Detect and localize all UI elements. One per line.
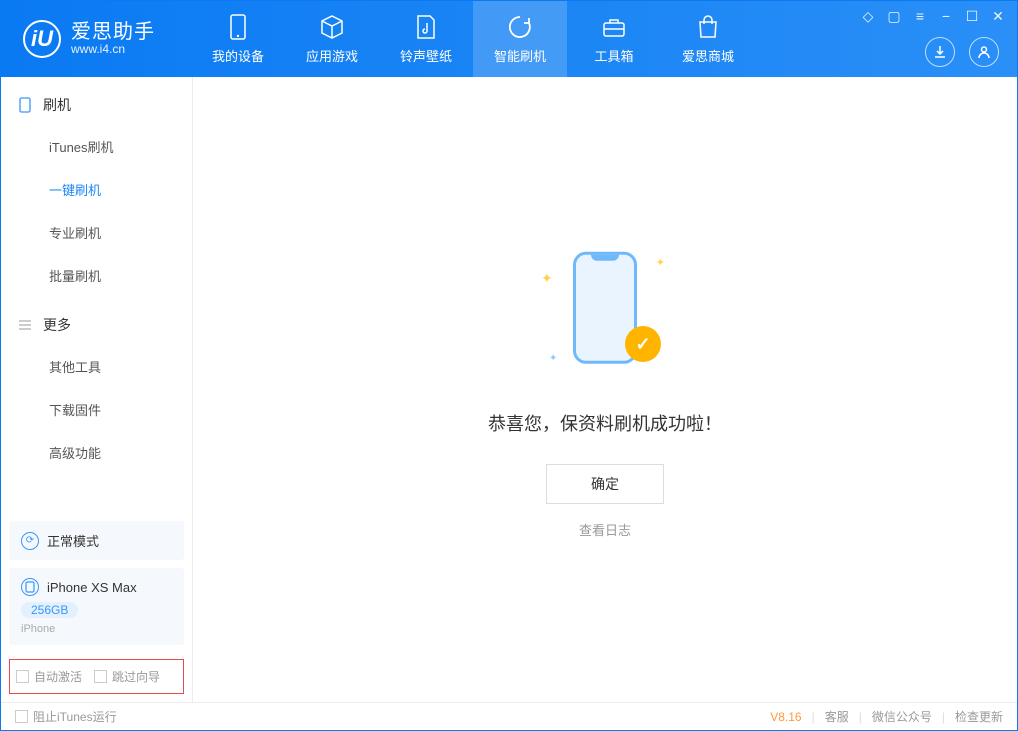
sidebar-item-batch-flash[interactable]: 批量刷机: [1, 254, 192, 297]
nav-store[interactable]: 爱思商城: [661, 1, 755, 77]
app-header: iU 爱思助手 www.i4.cn 我的设备 应用游戏 铃声壁纸 智能刷机 工具…: [1, 1, 1017, 77]
success-illustration: ✦ ✦ ✦ ✓: [535, 240, 675, 380]
download-button[interactable]: [925, 37, 955, 67]
nav-label: 工具箱: [594, 46, 633, 65]
sidebar-more-items: 其他工具 下载固件 高级功能: [1, 345, 192, 474]
window-controls: ◇ ▢ ≡ − ☐ ✕: [859, 7, 1007, 25]
sidebar-item-other-tools[interactable]: 其他工具: [1, 345, 192, 388]
checkbox-icon: [94, 670, 107, 683]
body-area: 刷机 iTunes刷机 一键刷机 专业刷机 批量刷机 更多 其他工具 下载固件 …: [1, 77, 1017, 702]
highlighted-checkbox-area: 自动激活 跳过向导: [9, 659, 184, 694]
sidebar-item-advanced[interactable]: 高级功能: [1, 431, 192, 474]
footer-link-update[interactable]: 检查更新: [955, 708, 1003, 725]
version-label: V8.16: [770, 710, 801, 724]
sparkle-icon: ✦: [656, 256, 665, 269]
device-name: iPhone XS Max: [47, 580, 137, 595]
device-icon-small: [21, 578, 39, 596]
minimize-icon[interactable]: −: [937, 7, 955, 25]
success-message: 恭喜您，保资料刷机成功啦！: [488, 410, 722, 436]
mode-label: 正常模式: [47, 531, 99, 550]
device-cards: ⟳ 正常模式 iPhone XS Max 256GB iPhone: [1, 513, 192, 653]
sidebar-section-flash: 刷机: [1, 77, 192, 125]
view-log-link[interactable]: 查看日志: [579, 520, 631, 539]
nav-apps-games[interactable]: 应用游戏: [285, 1, 379, 77]
logo-icon: iU: [23, 20, 61, 58]
nav-label: 爱思商城: [682, 46, 734, 65]
toolbox-icon: [601, 14, 627, 40]
main-content: ✦ ✦ ✦ ✓ 恭喜您，保资料刷机成功啦！ 确定 查看日志: [193, 77, 1017, 702]
checkbox-icon: [15, 710, 28, 723]
nav-smart-flash[interactable]: 智能刷机: [473, 1, 567, 77]
phone-small-icon: [17, 97, 33, 113]
separator: |: [942, 710, 945, 724]
sidebar-flash-items: iTunes刷机 一键刷机 专业刷机 批量刷机: [1, 125, 192, 297]
mode-card[interactable]: ⟳ 正常模式: [9, 521, 184, 560]
main-nav: 我的设备 应用游戏 铃声壁纸 智能刷机 工具箱 爱思商城: [191, 1, 755, 77]
sidebar-item-itunes-flash[interactable]: iTunes刷机: [1, 125, 192, 168]
maximize-icon[interactable]: ☐: [963, 7, 981, 25]
user-button[interactable]: [969, 37, 999, 67]
sidebar-item-download-firmware[interactable]: 下载固件: [1, 388, 192, 431]
separator: |: [859, 710, 862, 724]
auto-activate-checkbox[interactable]: 自动激活: [16, 668, 82, 685]
storage-badge: 256GB: [21, 602, 78, 618]
section-title-label: 刷机: [43, 95, 71, 115]
checkbox-label: 跳过向导: [112, 668, 160, 685]
menu-icon[interactable]: ≡: [911, 7, 929, 25]
bag-icon: [695, 14, 721, 40]
sidebar-item-oneclick-flash[interactable]: 一键刷机: [1, 168, 192, 211]
app-subtitle: www.i4.cn: [71, 43, 155, 56]
nav-label: 应用游戏: [306, 46, 358, 65]
cube-icon: [319, 14, 345, 40]
separator: |: [812, 710, 815, 724]
checkbox-label: 自动激活: [34, 668, 82, 685]
music-file-icon: [413, 14, 439, 40]
feedback-icon[interactable]: ▢: [885, 7, 903, 25]
nav-label: 我的设备: [212, 46, 264, 65]
footer-link-wechat[interactable]: 微信公众号: [872, 708, 932, 725]
ok-button[interactable]: 确定: [546, 464, 664, 504]
refresh-shield-icon: [507, 14, 533, 40]
checkbox-label: 阻止iTunes运行: [33, 708, 117, 725]
tshirt-icon[interactable]: ◇: [859, 7, 877, 25]
nav-label: 铃声壁纸: [400, 46, 452, 65]
device-icon: [225, 14, 251, 40]
sparkle-icon: ✦: [541, 270, 553, 287]
section-title-label: 更多: [43, 315, 71, 335]
logo-area: iU 爱思助手 www.i4.cn: [1, 20, 191, 58]
sparkle-icon: ✦: [549, 353, 557, 364]
header-right-buttons: [925, 37, 999, 67]
list-icon: [17, 317, 33, 333]
nav-toolbox[interactable]: 工具箱: [567, 1, 661, 77]
nav-label: 智能刷机: [494, 46, 546, 65]
footer: 阻止iTunes运行 V8.16 | 客服 | 微信公众号 | 检查更新: [1, 702, 1017, 730]
footer-link-support[interactable]: 客服: [825, 708, 849, 725]
skip-guide-checkbox[interactable]: 跳过向导: [94, 668, 160, 685]
device-type: iPhone: [21, 623, 172, 635]
sidebar: 刷机 iTunes刷机 一键刷机 专业刷机 批量刷机 更多 其他工具 下载固件 …: [1, 77, 193, 702]
footer-right: V8.16 | 客服 | 微信公众号 | 检查更新: [770, 708, 1003, 725]
mode-icon: ⟳: [21, 532, 39, 550]
checkmark-badge-icon: ✓: [625, 326, 661, 362]
nav-ringtones-wallpapers[interactable]: 铃声壁纸: [379, 1, 473, 77]
sidebar-section-more: 更多: [1, 297, 192, 345]
app-title: 爱思助手: [71, 21, 155, 43]
nav-my-device[interactable]: 我的设备: [191, 1, 285, 77]
checkbox-icon: [16, 670, 29, 683]
close-icon[interactable]: ✕: [989, 7, 1007, 25]
logo-text: 爱思助手 www.i4.cn: [71, 21, 155, 56]
sidebar-item-pro-flash[interactable]: 专业刷机: [1, 211, 192, 254]
block-itunes-checkbox[interactable]: 阻止iTunes运行: [15, 708, 117, 725]
device-card[interactable]: iPhone XS Max 256GB iPhone: [9, 568, 184, 645]
